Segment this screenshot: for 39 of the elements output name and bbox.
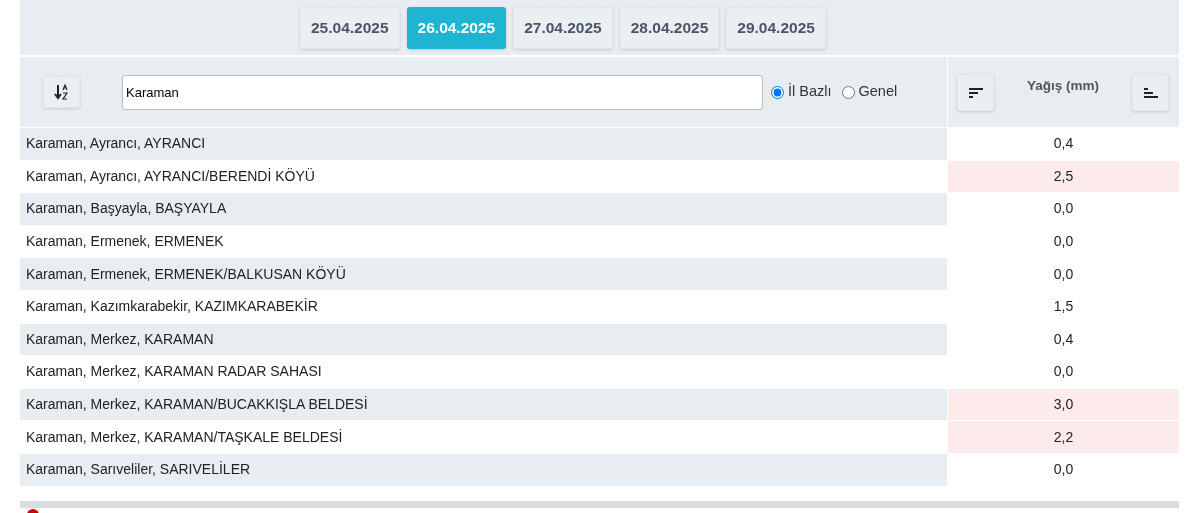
station-cell-text: Karaman, Merkez, KARAMAN RADAR SAHASI xyxy=(25,362,323,382)
station-cell-text: Karaman, Merkez, KARAMAN/TAŞKALE BELDESİ xyxy=(25,427,344,447)
search-field[interactable]: Karaman xyxy=(122,74,763,110)
sort-alpha-button[interactable] xyxy=(43,76,80,108)
station-cell-text: Karaman, Kazımkarabekir, KAZIMKARABEKİR xyxy=(25,297,319,317)
sort-ascending-button[interactable] xyxy=(1132,74,1169,111)
radio-label[interactable]: Genel xyxy=(858,81,898,103)
rainfall-cell: 3,0 xyxy=(948,388,1179,421)
scrollbar-track[interactable] xyxy=(20,500,1179,508)
date-tab[interactable]: 29.04.2025 xyxy=(726,6,826,49)
sort-descending-button[interactable] xyxy=(957,74,994,111)
rainfall-cell-text: 0,0 xyxy=(1052,460,1075,480)
date-tab[interactable]: 25.04.2025 xyxy=(300,6,400,49)
rainfall-cell-text: 0,0 xyxy=(1052,264,1075,284)
station-cell-text: Karaman, Ermenek, ERMENEK xyxy=(25,232,225,252)
rainfall-cell: 2,2 xyxy=(948,421,1179,453)
station-cell: Karaman, Ayrancı, AYRANCI xyxy=(20,128,947,160)
date-tab[interactable]: 28.04.2025 xyxy=(619,6,720,49)
station-cell: Karaman, Merkez, KARAMAN/BUCAKKIŞLA BELDESİ xyxy=(20,388,947,421)
radio-label[interactable]: İl Bazlı xyxy=(788,81,832,103)
station-cell: Karaman, Merkez, KARAMAN xyxy=(20,323,947,356)
date-tab[interactable]: 27.04.2025 xyxy=(513,6,613,49)
column-header: Yağış (mm) xyxy=(1027,77,1099,95)
rainfall-cell-text: 0,0 xyxy=(1052,199,1075,219)
rainfall-cell-text: 0,4 xyxy=(1052,329,1075,349)
rainfall-cell-text: 0,4 xyxy=(1052,134,1075,154)
station-cell: Karaman, Ermenek, ERMENEK/BALKUSAN KÖYÜ xyxy=(20,258,947,290)
station-cell: Karaman, Sarıveliler, SARIVELİLER xyxy=(20,453,947,486)
scope-radio[interactable] xyxy=(771,85,784,99)
sort-alpha-icon xyxy=(52,83,71,101)
station-cell-text: Karaman, Ayrancı, AYRANCI/BERENDİ KÖYÜ xyxy=(25,166,316,186)
rainfall-cell-text: 0,0 xyxy=(1052,362,1075,382)
scope-radio[interactable] xyxy=(841,85,855,99)
station-cell: Karaman, Başyayla, BAŞYAYLA xyxy=(20,193,947,225)
sort-ascending-icon xyxy=(1142,86,1159,99)
rainfall-cell-text: 1,5 xyxy=(1052,297,1075,317)
rainfall-cell-text: 0,0 xyxy=(1052,232,1075,252)
sort-descending-icon xyxy=(967,86,984,99)
rainfall-cell: 2,5 xyxy=(948,160,1179,193)
